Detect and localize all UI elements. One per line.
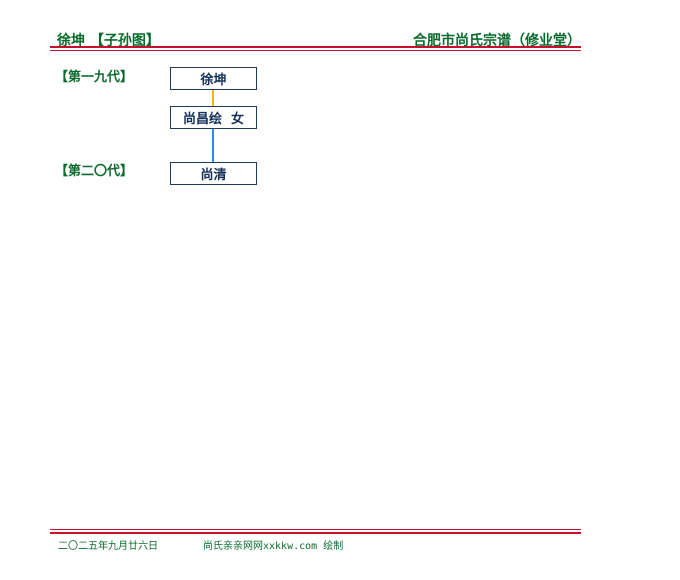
- footer-credit: 尚氏亲亲网网xxkkw.com 绘制: [203, 541, 344, 552]
- person-box-child[interactable]: 尚清: [170, 162, 257, 185]
- footer-rule-top: [50, 529, 581, 530]
- person-box-root[interactable]: 徐坤: [170, 67, 257, 90]
- generation-label-19: 【第一九代】: [55, 70, 134, 85]
- child-connector: [212, 129, 214, 162]
- footer-rule-bottom: [50, 532, 581, 534]
- footer-date: 二〇二五年九月廿六日: [58, 541, 158, 552]
- header-rule-top: [50, 46, 581, 48]
- generation-label-20: 【第二〇代】: [55, 164, 134, 179]
- spouse-connector: [212, 90, 214, 106]
- person-box-spouse[interactable]: 尚昌绘 女: [170, 106, 257, 129]
- header-rule-bottom: [50, 50, 581, 51]
